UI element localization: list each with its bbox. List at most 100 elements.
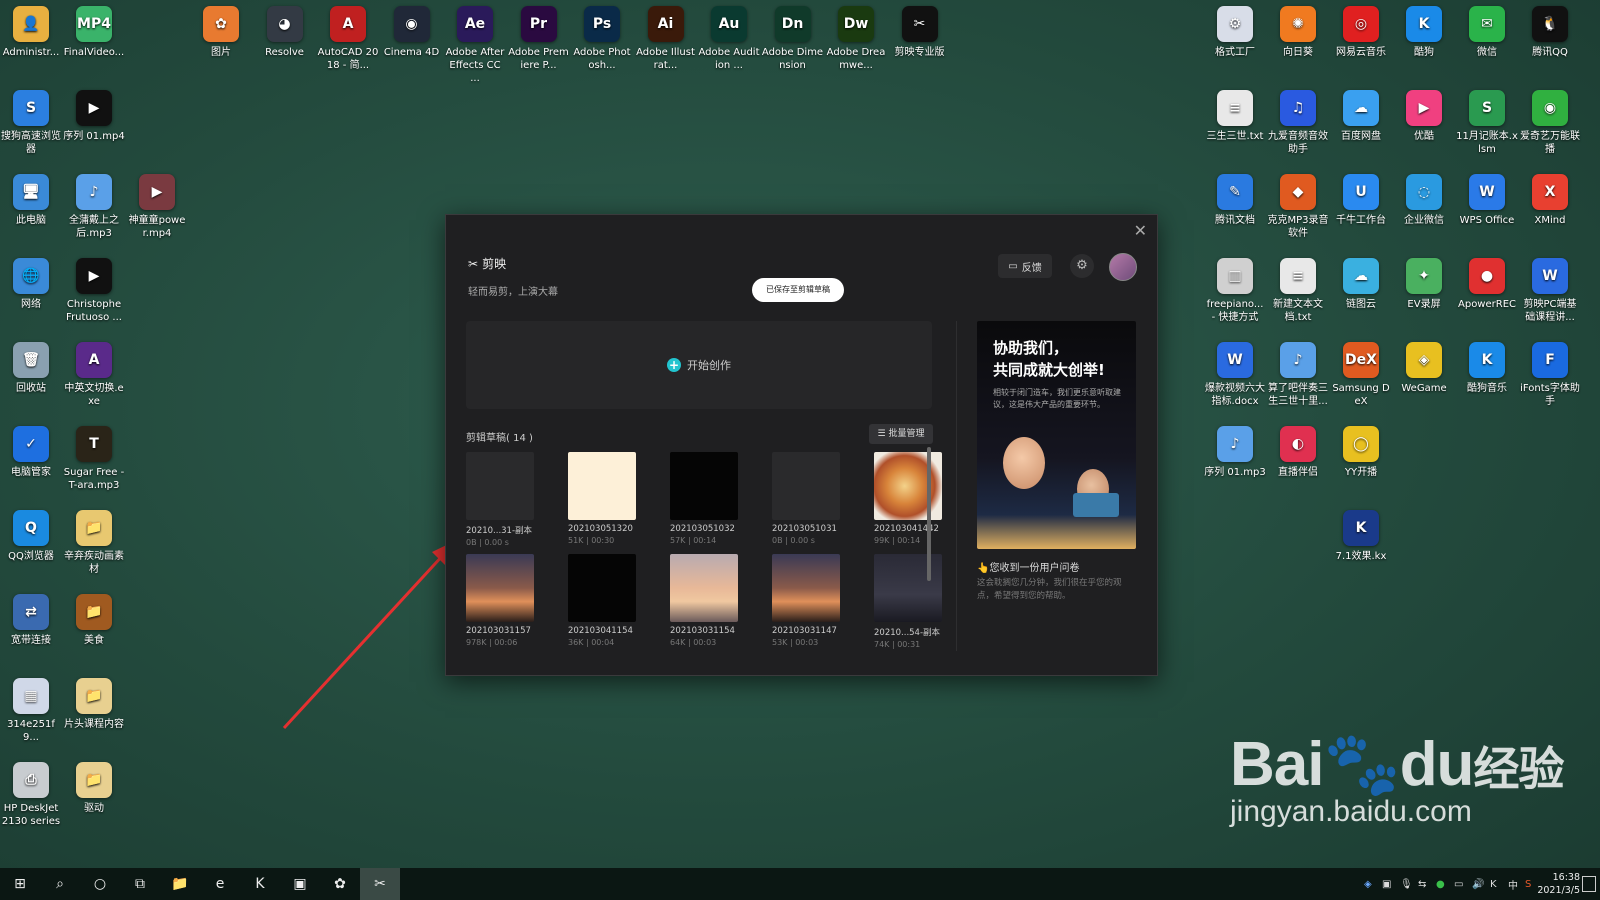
draft-name: 20210...31-副本 <box>466 526 533 536</box>
promo-title: 协助我们， 共同成就大创举! <box>993 337 1105 381</box>
close-icon[interactable]: ✕ <box>1134 221 1147 240</box>
draft-meta: 53K | 00:03 <box>772 638 819 647</box>
app-name: 剪映 <box>482 257 507 271</box>
draft-name: 202103031157 <box>466 626 531 636</box>
mic-icon[interactable]: 🎙 <box>1400 879 1413 890</box>
draft-name: 202103041442 <box>874 524 939 534</box>
feedback-button[interactable]: ▭ 反馈 <box>998 254 1052 278</box>
drafts-title: 剪辑草稿( 14 ) <box>466 433 533 444</box>
promo-banner[interactable]: 协助我们， 共同成就大创举! 相较于闭门造车，我们更乐意听取建议，这是伟大产品的… <box>977 321 1136 549</box>
draft-meta: 74K | 00:31 <box>874 640 921 649</box>
draft-item[interactable]: 202103031147 53K | 00:03 <box>772 554 840 647</box>
system-tray: ◈ ▣ 🎙 ⇆ ● ▭ 🔊 K 中 S <box>1364 868 1536 900</box>
draft-meta: 0B | 0.00 s <box>466 538 509 547</box>
draft-item[interactable]: 202103031157 978K | 00:06 <box>466 554 534 647</box>
draft-name: 202103051032 <box>670 524 735 534</box>
batch-manage-label: 批量管理 <box>888 429 925 439</box>
list-icon: ☰ <box>877 429 889 439</box>
clock-time: 16:38 <box>1552 872 1580 883</box>
draft-thumbnail[interactable] <box>772 452 840 520</box>
store-button[interactable]: ▣ <box>280 868 320 900</box>
watermark-brand: Bai <box>1230 730 1324 799</box>
kx-app-button[interactable]: K <box>240 868 280 900</box>
system-clock[interactable]: 16:38 2021/3/5 <box>1537 871 1580 897</box>
kx-tray-icon[interactable]: K <box>1490 879 1501 890</box>
draft-item[interactable]: 20210...54-副本 74K | 00:31 <box>874 554 942 649</box>
settings-gear-icon[interactable]: ⚙ <box>1070 254 1094 278</box>
draft-thumbnail[interactable] <box>670 452 738 520</box>
draft-meta: 36K | 00:04 <box>568 638 615 647</box>
edge-button[interactable]: e <box>200 868 240 900</box>
watermark-du: du <box>1399 730 1475 799</box>
draft-item[interactable]: 20210...31-副本 0B | 0.00 s <box>466 452 534 547</box>
draft-name: 202103031154 <box>670 626 735 636</box>
draft-name: 202103051320 <box>568 524 633 534</box>
plus-icon: + <box>667 358 681 372</box>
draft-item[interactable]: 202103041442 99K | 00:14 <box>874 452 942 545</box>
draft-item[interactable]: 202103051032 57K | 00:14 <box>670 452 738 545</box>
cortana-button[interactable]: ○ <box>80 868 120 900</box>
feedback-label: 反馈 <box>1021 262 1042 274</box>
promo-description: 相较于闭门造车，我们更乐意听取建议，这是伟大产品的重要环节。 <box>993 388 1121 409</box>
task-view-button[interactable]: ⧉ <box>120 868 160 900</box>
draft-thumbnail[interactable] <box>568 452 636 520</box>
promo-title-line1: 协助我们， <box>993 339 1069 357</box>
draft-thumbnail[interactable] <box>874 452 942 520</box>
memoji-thinking-image <box>1003 437 1045 489</box>
network-icon[interactable]: ⇆ <box>1418 879 1429 890</box>
start-create-label: 开始创作 <box>687 359 731 372</box>
draft-name: 202103051031 <box>772 524 837 534</box>
draft-thumbnail[interactable] <box>670 554 738 622</box>
scissors-icon: ✂ <box>468 256 479 271</box>
saved-toast: 已保存至剪辑草稿 <box>752 278 844 302</box>
app-logo: ✂ 剪映 <box>468 255 506 272</box>
draft-thumbnail[interactable] <box>466 452 534 520</box>
watermark-cn: 经验 <box>1473 742 1564 796</box>
sogou-ime-icon[interactable]: S <box>1525 879 1536 890</box>
draft-item[interactable]: 202103041154 36K | 00:04 <box>568 554 636 647</box>
draft-meta: 0B | 0.00 s <box>772 536 815 545</box>
start-button[interactable]: ⊞ <box>0 868 40 900</box>
paw-icon: 🐾 <box>1323 730 1400 799</box>
start-create-button[interactable]: + 开始创作 <box>466 321 932 409</box>
draft-thumbnail[interactable] <box>466 554 534 622</box>
draft-item[interactable]: 202103051031 0B | 0.00 s <box>772 452 840 545</box>
wechat-tray-icon[interactable]: ● <box>1436 879 1447 890</box>
draft-meta: 64K | 00:03 <box>670 638 717 647</box>
draft-name: 202103031147 <box>772 626 837 636</box>
jianying-button[interactable]: ✂ <box>360 868 400 900</box>
draft-meta: 978K | 00:06 <box>466 638 518 647</box>
baidu-jingyan-watermark: Bai🐾du经验 jingyan.baidu.com <box>1230 728 1564 829</box>
taskbar: ⊞ ⌕ ○ ⧉ 📁 e K ▣ ✿ ✂ ◈ ▣ 🎙 ⇆ ● ▭ 🔊 K 中 S 16:38 202… <box>0 868 1600 900</box>
draft-item[interactable]: 202103031154 64K | 00:03 <box>670 554 738 647</box>
divider <box>956 321 957 651</box>
survey-description: 这会耽搁您几分钟，我们很在乎您的观点，希望得到您的帮助。 <box>977 578 1122 601</box>
batch-manage-button[interactable]: ☰ 批量管理 <box>869 424 933 444</box>
app-tray-icon[interactable]: ▣ <box>1382 879 1393 890</box>
notification-center-icon[interactable] <box>1582 876 1596 892</box>
search-button[interactable]: ⌕ <box>40 868 80 900</box>
input-language-label[interactable]: 中 <box>1508 877 1518 892</box>
chat-icon: ▭ <box>1008 260 1018 272</box>
draft-thumbnail[interactable] <box>568 554 636 622</box>
clock-date: 2021/3/5 <box>1537 885 1580 896</box>
taskbar-buttons: ⊞ ⌕ ○ ⧉ 📁 e K ▣ ✿ ✂ <box>0 868 400 900</box>
draft-name: 202103041154 <box>568 626 633 636</box>
jianying-dialog: ✕ ✂ 剪映 轻而易剪，上演大幕 已保存至剪辑草稿 ▭ 反馈 ⚙ + 开始创作 … <box>445 214 1158 676</box>
draft-name: 20210...54-副本 <box>874 628 941 638</box>
draft-thumbnail[interactable] <box>874 554 942 622</box>
user-avatar[interactable] <box>1109 253 1137 281</box>
survey-title[interactable]: 👆您收到一份用户问卷 <box>977 559 1079 574</box>
app-slogan: 轻而易剪，上演大幕 <box>468 287 558 298</box>
draft-item[interactable]: 202103051320 51K | 00:30 <box>568 452 636 545</box>
file-explorer-button[interactable]: 📁 <box>160 868 200 900</box>
globe-app-button[interactable]: ✿ <box>320 868 360 900</box>
promo-title-line2: 共同成就大创举! <box>993 361 1105 379</box>
draft-thumbnail[interactable] <box>772 554 840 622</box>
draft-meta: 99K | 00:14 <box>874 536 921 545</box>
volume-icon[interactable]: 🔊 <box>1472 879 1484 890</box>
drafts-scrollbar[interactable] <box>927 447 931 581</box>
draft-meta: 51K | 00:30 <box>568 536 615 545</box>
display-icon[interactable]: ▭ <box>1454 879 1465 890</box>
shield-icon[interactable]: ◈ <box>1364 879 1375 890</box>
